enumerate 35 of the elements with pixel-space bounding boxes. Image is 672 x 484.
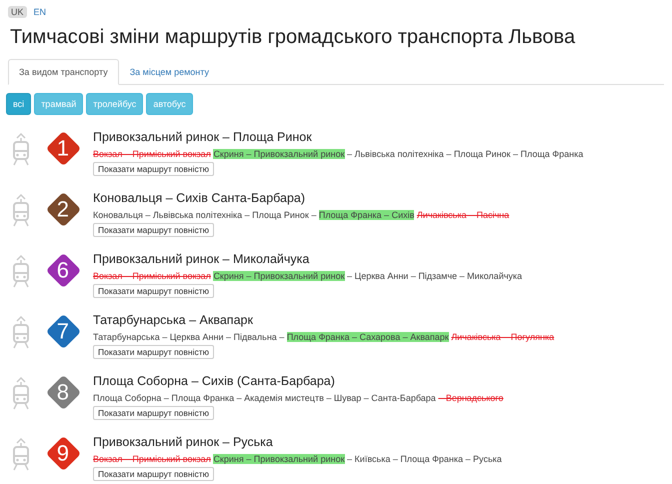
route-stops: Коновальця – Львівська політехніка – Площа Ринок – Площа Франка – Сихів Личаківська – Пасічна (93, 209, 510, 222)
show-route-button[interactable]: Показати маршрут повністю (93, 406, 214, 420)
page-title: Тимчасові зміни маршрутів громадського транспорта Львова (10, 26, 576, 49)
show-route-button[interactable]: Показати маршрут повністю (93, 467, 214, 481)
tab[interactable]: За видом транспорту (8, 59, 119, 85)
tram-icon (10, 193, 32, 227)
tram-icon (10, 254, 32, 288)
route-stops: Вокзал – Приміський вокзал Скриня – Привокзальний ринок – Львівська політехніка – Площа Ринок – Площа Франка (93, 148, 584, 161)
route-number-badge: 7 (46, 314, 82, 350)
language-link[interactable]: UK (8, 6, 27, 18)
route-name: Привокзальний ринок – Площа Ринок (93, 129, 312, 146)
route-stops: Вокзал – Приміський вокзал Скриня – Привокзальний ринок – Церква Анни – Підзамче – Миколайчука (93, 270, 522, 283)
route-number-badge: 6 (46, 252, 82, 288)
tram-icon (10, 376, 32, 410)
route-number-badge: 9 (46, 436, 82, 472)
route-stops: Татарбунарська – Церква Анни – Підвальна – Площа Франка – Сахарова – Аквапарк Личаківська – Погулянка (93, 331, 554, 344)
route-stops: Площа Соборна – Площа Франка – Академія мистецтв – Шувар – Санта-Барбара – Вернадського (93, 392, 504, 405)
tram-icon (10, 132, 32, 166)
language-link[interactable]: EN (30, 6, 50, 18)
route-name: Площа Соборна – Сихів (Санта-Барбара) (93, 373, 335, 390)
route-stops: Вокзал – Приміський вокзал Скриня – Привокзальний ринок – Київська – Площа Франка – Руська (93, 453, 502, 466)
route-number-badge: 2 (46, 192, 82, 228)
tram-icon (10, 437, 32, 471)
route-number-badge: 1 (46, 130, 82, 166)
tram-icon (10, 315, 32, 349)
tab[interactable]: За місцем ремонту (118, 59, 220, 85)
show-route-button[interactable]: Показати маршрут повністю (93, 223, 214, 237)
route-name: Привокзальний ринок – Миколайчука (93, 251, 310, 268)
route-name: Татарбунарська – Аквапарк (93, 312, 253, 329)
route-name: Коновальця – Сихів Санта-Барбара) (93, 190, 306, 207)
show-route-button[interactable]: Показати маршрут повністю (93, 162, 214, 176)
show-route-button[interactable]: Показати маршрут повністю (93, 284, 214, 298)
show-route-button[interactable]: Показати маршрут повністю (93, 345, 214, 359)
route-name: Привокзальний ринок – Руська (93, 434, 273, 451)
route-number-badge: 8 (46, 374, 82, 410)
